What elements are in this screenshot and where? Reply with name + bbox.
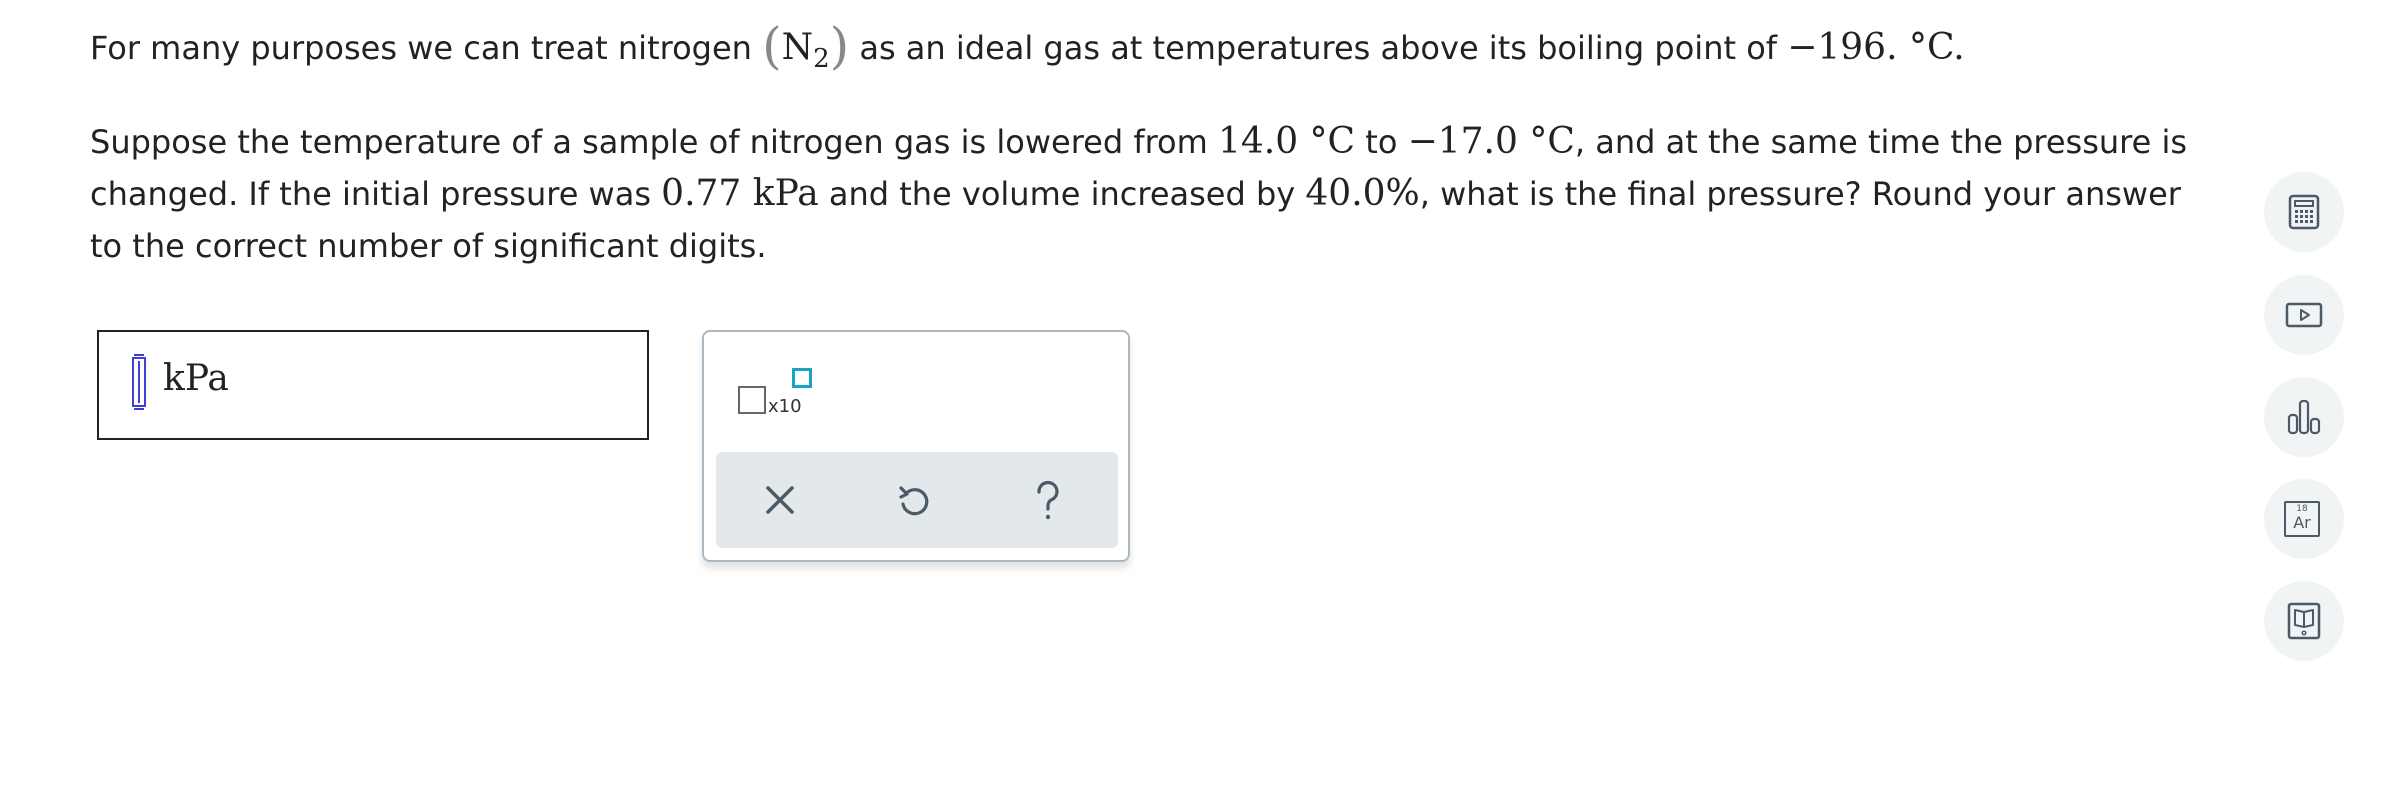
sci-x10-label: x10 <box>768 396 802 417</box>
palette-action-bar <box>716 452 1118 548</box>
periodic-table-button[interactable]: 18 Ar <box>2264 479 2344 559</box>
question-intro-text-2: as an ideal gas at temperatures above it… <box>849 29 1788 67</box>
question-body: Suppose the temperature of a sample of n… <box>90 116 2220 272</box>
boiling-point-value: −196. °C <box>1787 27 1954 68</box>
video-play-icon <box>2285 302 2323 328</box>
answer-input-slot[interactable] <box>127 354 151 410</box>
cursor-tick-top <box>134 354 144 356</box>
periodic-table-icon: 18 Ar <box>2284 501 2320 537</box>
formula-subscript: 2 <box>813 44 830 74</box>
bar-chart-icon <box>2287 399 2321 435</box>
calculator-button[interactable] <box>2264 172 2344 252</box>
video-button[interactable] <box>2264 275 2344 355</box>
formula-element: N <box>781 27 814 68</box>
initial-temperature: 14.0 °C <box>1217 121 1356 162</box>
text-cursor <box>132 357 146 407</box>
close-icon <box>766 486 794 514</box>
scientific-notation-button[interactable]: x10 <box>738 368 818 422</box>
undo-icon <box>899 486 929 516</box>
volume-increase: 40.0% <box>1305 173 1420 214</box>
question-body-text-4: and the volume increased by <box>818 175 1306 213</box>
final-temperature: −17.0 °C <box>1407 121 1575 162</box>
book-icon <box>2287 602 2321 640</box>
formula-paren-left: ( <box>762 17 782 75</box>
question-intro-end: . <box>1953 27 1965 68</box>
reference-button[interactable] <box>2264 581 2344 661</box>
undo-button[interactable] <box>890 476 938 524</box>
answer-input-box[interactable]: kPa <box>97 330 649 440</box>
sci-base-placeholder <box>738 386 766 414</box>
calculator-icon <box>2288 194 2320 230</box>
answer-unit: kPa <box>163 358 229 399</box>
cursor-tick-bottom <box>134 408 144 410</box>
help-button[interactable] <box>1024 476 1072 524</box>
nitrogen-formula: N2 <box>781 27 830 72</box>
clear-button[interactable] <box>756 476 804 524</box>
question-mark-icon <box>1037 480 1059 520</box>
initial-pressure: 0.77 kPa <box>661 173 819 214</box>
periodic-table-symbol: Ar <box>2293 513 2311 532</box>
question-body-text-2: to <box>1355 123 1408 161</box>
question-intro: For many purposes we can treat nitrogen … <box>90 20 2220 74</box>
question-intro-text-1: For many purposes we can treat nitrogen <box>90 29 763 67</box>
formula-paren-right: ) <box>829 17 850 75</box>
question-body-text-1: Suppose the temperature of a sample of n… <box>90 123 1218 161</box>
data-button[interactable] <box>2264 377 2344 457</box>
math-palette: x10 <box>702 330 1130 562</box>
sci-exponent-placeholder <box>792 368 812 388</box>
